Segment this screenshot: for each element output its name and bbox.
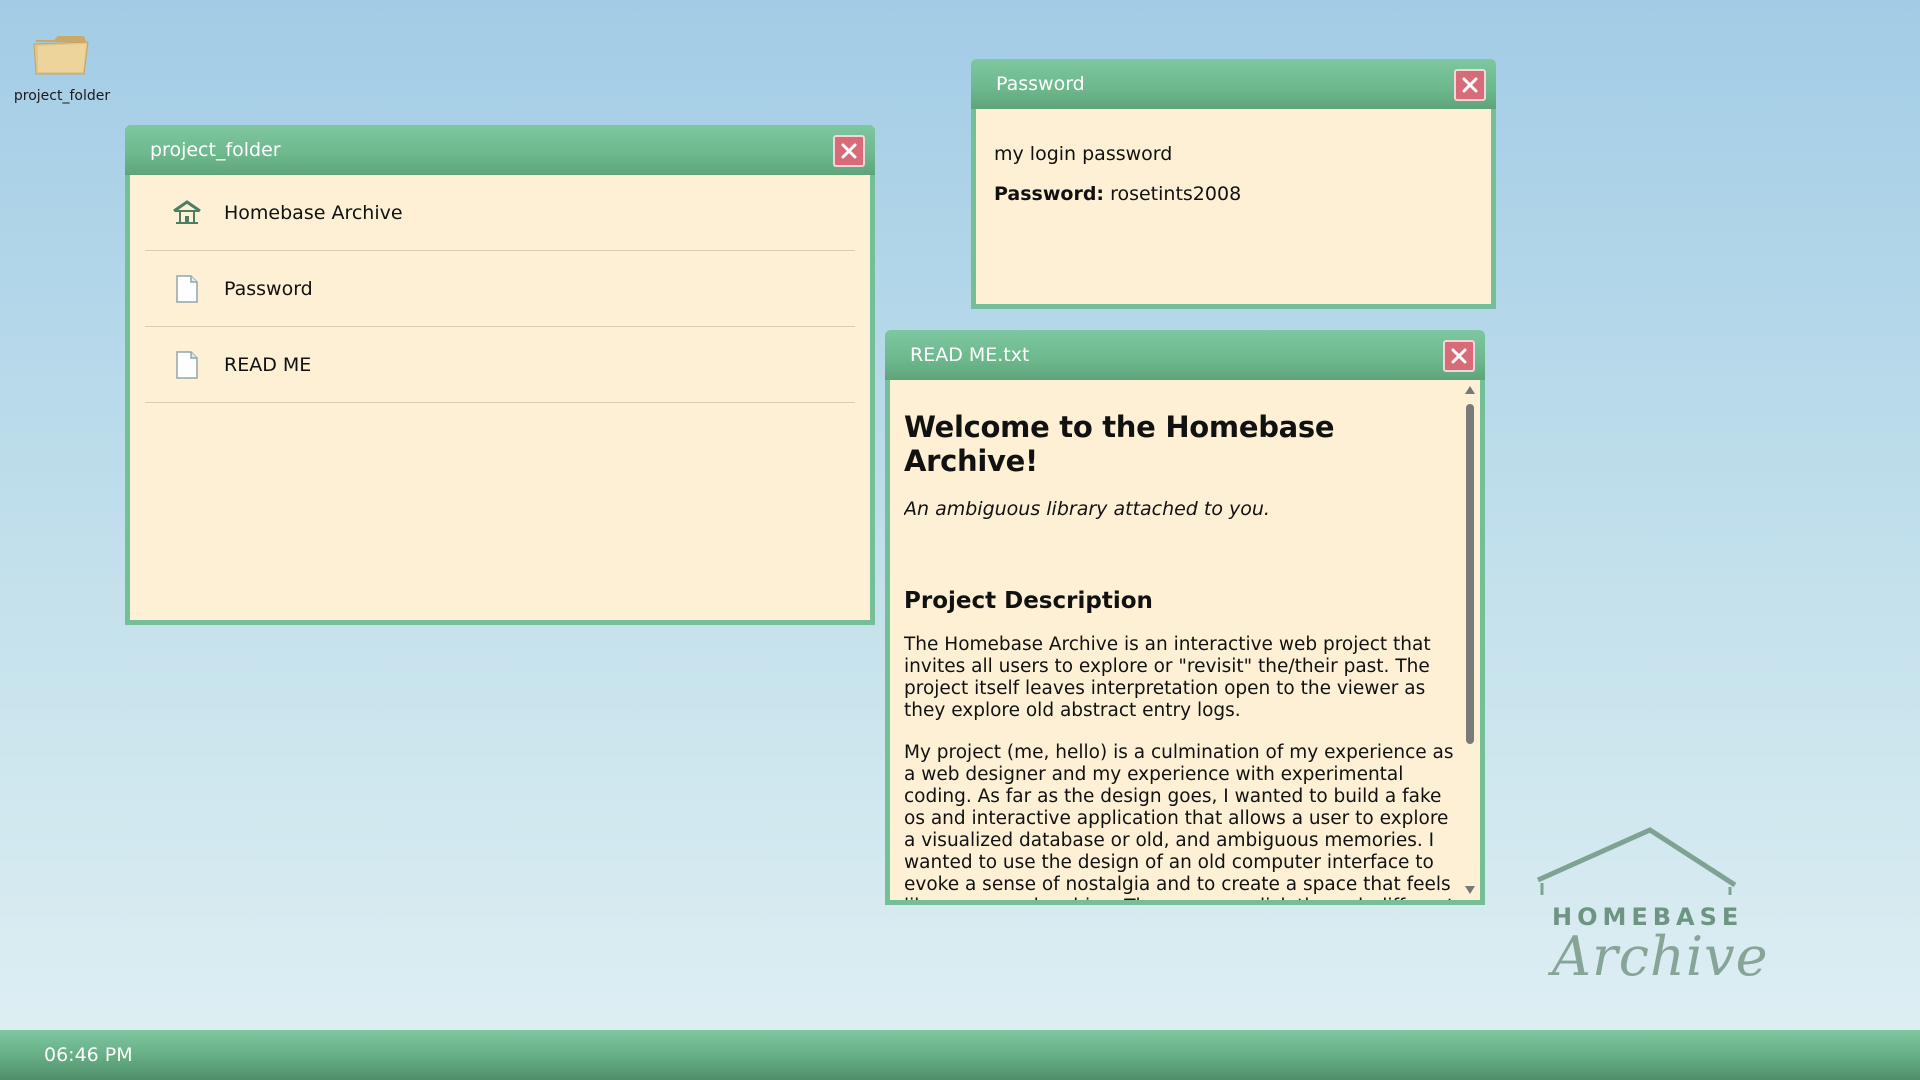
password-line: Password: rosetints2008 [994,183,1473,205]
close-icon [841,143,857,159]
taskbar: 06:46 PM [0,1030,1920,1080]
readme-paragraph: My project (me, hello) is a culmination … [904,742,1454,900]
window-titlebar[interactable]: READ ME.txt [885,330,1485,380]
file-item-label: Homebase Archive [224,201,403,224]
window-body: my login password Password: rosetints200… [976,109,1491,304]
file-item-password[interactable]: Password [145,251,855,327]
window-body: Homebase Archive Password READ ME [130,175,870,620]
password-window: Password my login password Password: ros… [971,59,1496,309]
homebase-archive-logo: HOMEBASE Archive [1520,825,1770,1000]
window-body: Welcome to the Homebase Archive! An ambi… [890,380,1480,900]
readme-tagline: An ambiguous library attached to you. [904,498,1270,520]
window-title: READ ME.txt [910,344,1030,366]
window-title: Password [996,73,1085,95]
project-folder-window: project_folder Homebase Archive Password… [125,125,875,625]
document-icon [176,274,198,303]
file-item-homebase-archive[interactable]: Homebase Archive [145,175,855,251]
folder-icon [33,36,89,75]
desktop-icon-label: project_folder [13,88,111,104]
readme-content: Welcome to the Homebase Archive! An ambi… [904,380,1458,900]
desktop-icon-project-folder[interactable]: project_folder [12,34,112,104]
password-description: my login password [994,143,1173,165]
logo-word-archive: Archive [1552,925,1769,988]
roof-icon [1536,827,1737,895]
scroll-up-icon[interactable] [1465,386,1475,394]
close-button[interactable] [833,135,865,167]
file-item-label: READ ME [224,353,312,376]
document-icon [176,350,198,379]
close-icon [1451,348,1467,364]
scrollbar-thumb[interactable] [1466,404,1474,744]
window-title: project_folder [150,139,281,161]
window-titlebar[interactable]: project_folder [125,125,875,175]
close-button[interactable] [1443,340,1475,372]
readme-section-title: Project Description [904,588,1153,614]
file-item-read-me[interactable]: READ ME [145,327,855,403]
house-icon [173,199,201,224]
taskbar-clock: 06:46 PM [44,1044,133,1066]
window-titlebar[interactable]: Password [971,59,1496,109]
readme-paragraph: The Homebase Archive is an interactive w… [904,634,1431,721]
readme-window: READ ME.txt Welcome to the Homebase Arch… [885,330,1485,905]
file-list: Homebase Archive Password READ ME [145,175,855,403]
password-label: Password: [994,183,1105,205]
close-icon [1462,77,1478,93]
close-button[interactable] [1454,69,1486,101]
readme-heading: Welcome to the Homebase Archive! [904,410,1335,478]
password-value: rosetints2008 [1110,183,1242,205]
file-item-label: Password [224,277,313,300]
scroll-down-icon[interactable] [1465,886,1475,894]
scrollbar[interactable] [1464,384,1476,896]
